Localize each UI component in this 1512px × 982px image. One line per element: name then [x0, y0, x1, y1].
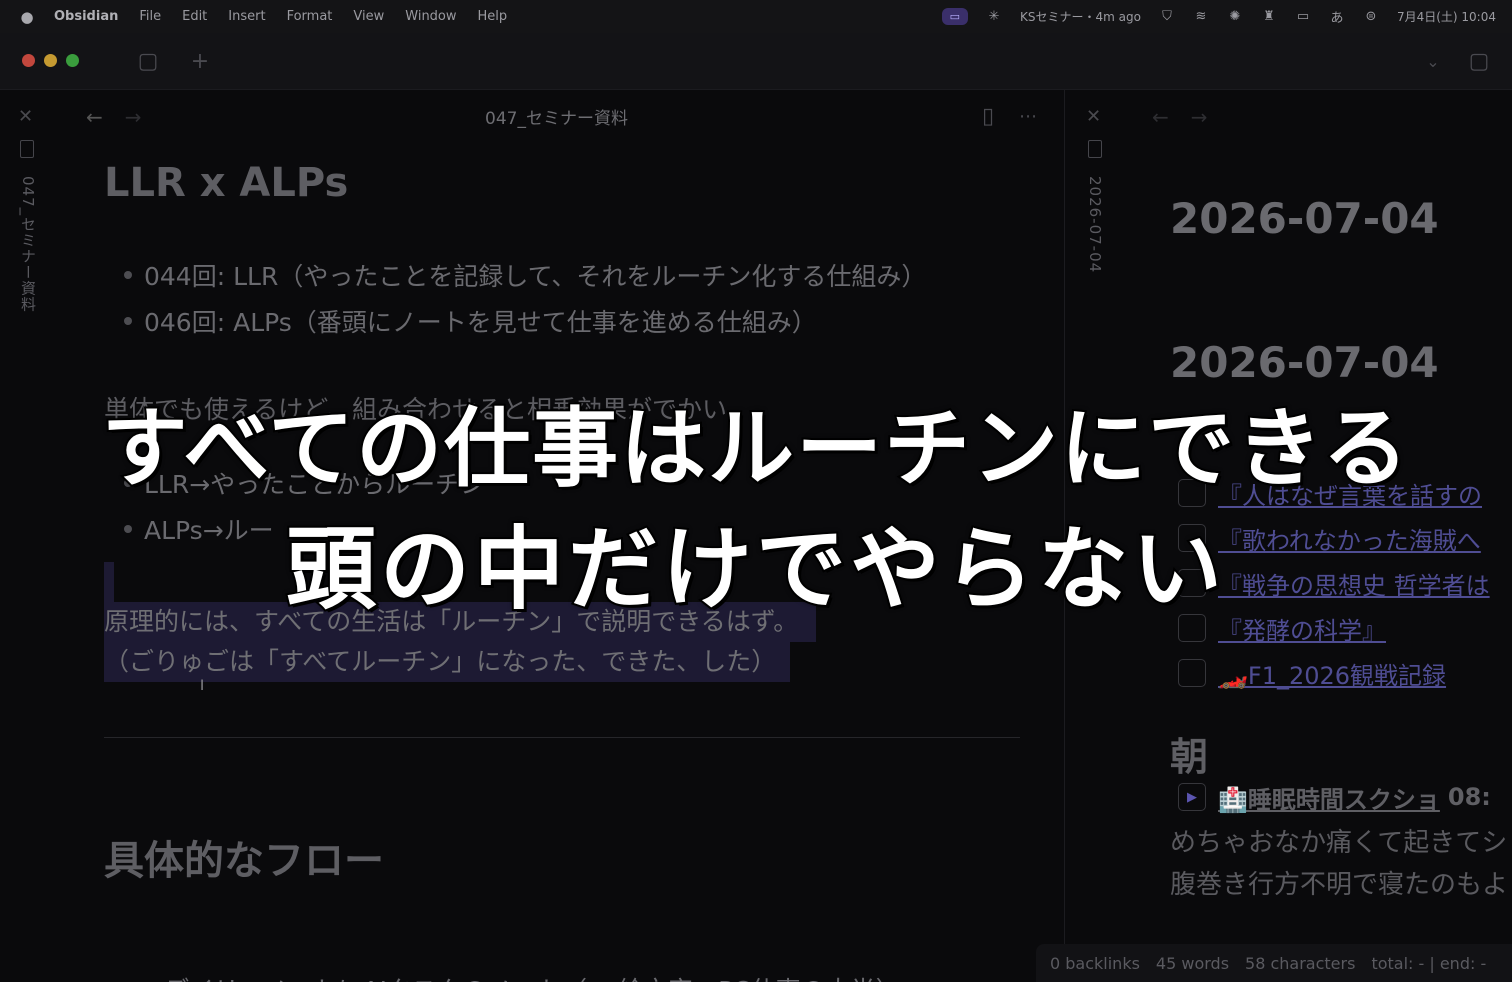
list-item[interactable]: 044回: LLR（やったことを記録して、それをルーチン化する仕組み）	[124, 252, 1024, 298]
file-icon	[20, 140, 34, 158]
play-icon[interactable]: ▶	[1178, 783, 1206, 811]
menu-format[interactable]: Format	[287, 9, 333, 24]
window-titlebar: ▢ + ⌄ ▢	[0, 33, 1512, 90]
sleep-screenshot-row: ▶ 🏥睡眠時間スクショ 08:	[1178, 780, 1491, 815]
input-mode-icon[interactable]: あ	[1329, 10, 1345, 26]
highlighted-line[interactable]: （ごりゅごは「すべてルーチン」になった、できた、した）	[104, 642, 791, 682]
right-sidebar-toggle-icon[interactable]: ▢	[1466, 49, 1492, 74]
sleep-time-text: 08:	[1447, 783, 1491, 811]
menu-help[interactable]: Help	[478, 9, 508, 24]
sparkle-icon[interactable]: ✳	[986, 9, 1002, 24]
file-icon	[1088, 140, 1102, 158]
list-item[interactable]: デイリーノートにAIタスクのノート（⛺絵文字。PC仕事の大半）	[144, 966, 901, 982]
close-pane-icon[interactable]: ✕	[1086, 106, 1101, 127]
clock-text[interactable]: 7月4日(土) 10:04	[1397, 8, 1496, 25]
menu-edit[interactable]: Edit	[182, 9, 207, 24]
list-item[interactable]: 046回: ALPs（番頭にノートを見せて仕事を進める仕組み）	[124, 298, 1024, 344]
reading-view-icon[interactable]: ▯	[975, 104, 1001, 129]
horizontal-rule	[104, 737, 1020, 738]
backlinks-count[interactable]: 0 backlinks	[1050, 954, 1140, 973]
left-pane-title: 047_セミナー資料	[485, 109, 628, 129]
minimize-window-button[interactable]	[44, 54, 57, 67]
bullet-list: 044回: LLR（やったことを記録して、それをルーチン化する仕組み） 046回…	[124, 252, 1024, 344]
menubar-status-area: ▭ ✳ KSセミナー・4m ago ⛉ ≋ ✺ ♜ ▭ あ ⊜ 7月4日(土) …	[941, 0, 1496, 33]
settings-icon[interactable]: ✺	[1227, 9, 1243, 24]
note-heading: LLR x ALPs	[104, 160, 349, 206]
new-tab-icon[interactable]: +	[187, 49, 213, 74]
sidebar-toggle-icon[interactable]: ▢	[135, 49, 161, 74]
character-count: 58 characters	[1245, 953, 1356, 973]
back-arrow-icon[interactable]: ←	[86, 105, 103, 129]
caption-line-1: すべての仕事はルーチンにできる	[100, 397, 1411, 501]
note-line[interactable]: めちゃおなか痛くて起きてシ	[1170, 822, 1507, 859]
zoom-window-button[interactable]	[66, 54, 79, 67]
left-pane-vertical-tab[interactable]: 047_セミナー資料	[18, 176, 39, 312]
task-checkbox[interactable]	[1178, 659, 1206, 687]
morning-heading: 朝	[1170, 735, 1209, 779]
wifi-icon[interactable]: ≋	[1193, 9, 1209, 24]
menu-view[interactable]: View	[353, 9, 384, 24]
chevron-down-icon[interactable]: ⌄	[1420, 49, 1446, 73]
forward-arrow-icon[interactable]: →	[125, 105, 142, 129]
task-item: 🏎️F1_2026観戦記録	[1178, 656, 1446, 691]
menu-bar: ● Obsidian File Edit Insert Format View …	[0, 0, 1512, 33]
menu-window[interactable]: Window	[405, 9, 456, 24]
apple-icon[interactable]: ●	[18, 8, 36, 26]
daily-note-title: 2026-07-04	[1170, 194, 1439, 243]
forward-arrow-icon[interactable]: →	[1191, 105, 1208, 129]
extension-icon[interactable]: ♜	[1261, 9, 1277, 24]
left-pane-nav: ← →	[86, 90, 164, 144]
sleep-screenshot-link[interactable]: 🏥睡眠時間スクショ	[1218, 780, 1440, 815]
task-link[interactable]: 🏎️F1_2026観戦記録	[1218, 656, 1446, 691]
control-center-icon[interactable]: ⊜	[1363, 9, 1379, 24]
window-controls	[22, 54, 79, 67]
menu-file[interactable]: File	[139, 9, 161, 24]
sync-status-text[interactable]: KSセミナー・4m ago	[1020, 8, 1141, 25]
status-extra: total: - | end: -	[1371, 953, 1487, 973]
close-window-button[interactable]	[22, 54, 35, 67]
menu-insert[interactable]: Insert	[228, 9, 265, 24]
menu-app-obsidian[interactable]: Obsidian	[54, 9, 118, 24]
screen-share-icon[interactable]: ▭	[941, 8, 969, 25]
right-pane-nav: ← →	[1152, 90, 1230, 144]
status-bar: 0 backlinks 45 words 58 characters total…	[1036, 944, 1512, 982]
text-cursor-icon: I	[200, 678, 205, 694]
caption-line-2: 頭の中だけでやらない	[284, 515, 1226, 624]
shield-icon[interactable]: ⛉	[1159, 9, 1175, 24]
battery-icon[interactable]: ▭	[1295, 9, 1311, 24]
word-count: 45 words	[1155, 953, 1230, 973]
section-heading: 具体的なフロー	[104, 838, 384, 884]
note-line[interactable]: 腹巻き行方不明で寝たのもよ	[1170, 864, 1508, 901]
right-pane-vertical-tab[interactable]: 2026-07-04	[1086, 176, 1104, 273]
back-arrow-icon[interactable]: ←	[1152, 105, 1169, 129]
close-pane-icon[interactable]: ✕	[18, 106, 33, 127]
bullet-list: デイリーノートにAIタスクのノート（⛺絵文字。PC仕事の大半）	[144, 966, 901, 982]
more-options-icon[interactable]: ⋯	[1015, 104, 1041, 128]
